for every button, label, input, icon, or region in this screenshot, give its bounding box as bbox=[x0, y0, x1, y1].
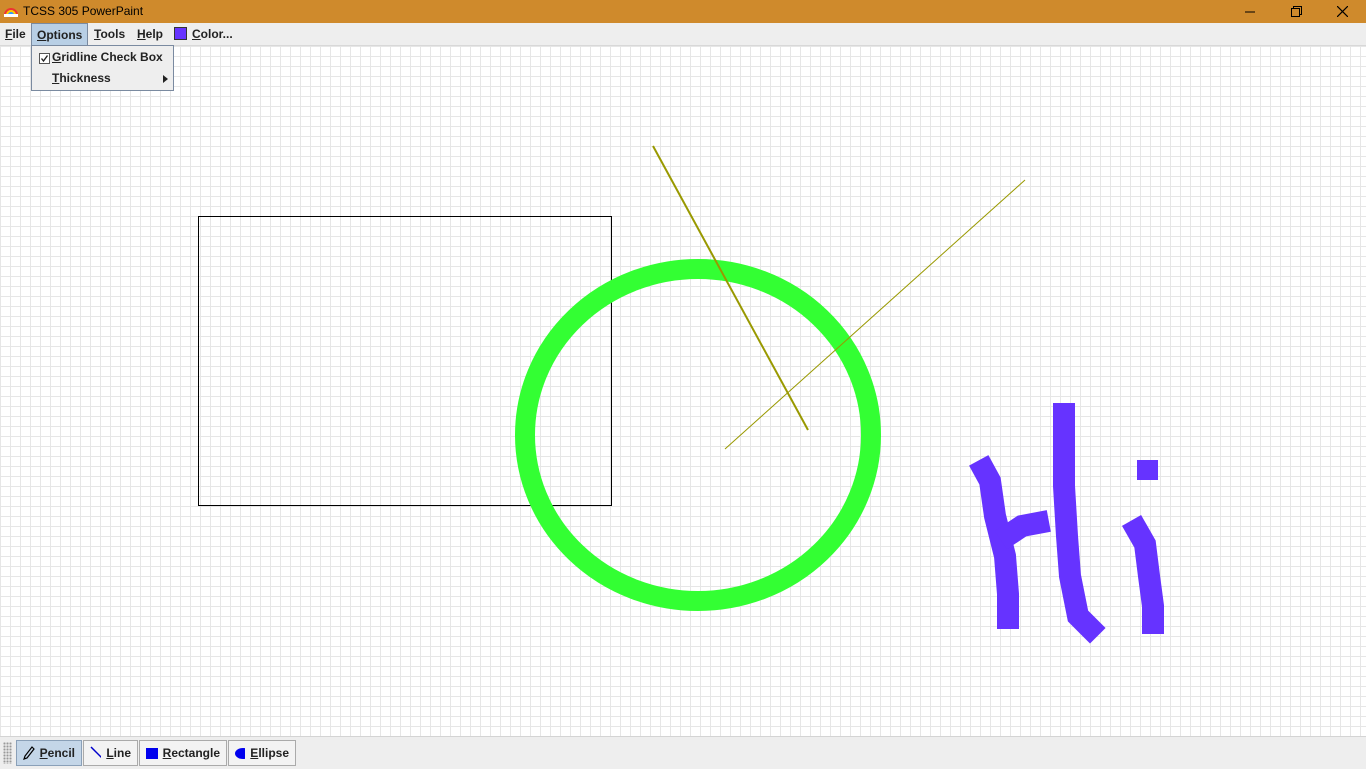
gridline-checkbox[interactable] bbox=[39, 53, 50, 64]
app-icon bbox=[4, 8, 18, 17]
line-tool-label: Line bbox=[106, 746, 131, 760]
gridline-mnemonic: G bbox=[52, 50, 62, 64]
line-icon bbox=[90, 746, 102, 759]
close-button[interactable] bbox=[1319, 0, 1365, 23]
menu-options-mnemonic: O bbox=[37, 28, 47, 42]
pencil-stroke-l bbox=[1053, 403, 1106, 644]
toolbar-grip[interactable] bbox=[3, 742, 12, 764]
menu-bar: File Options Tools Help Color... bbox=[0, 23, 1366, 46]
minimize-button[interactable] bbox=[1227, 0, 1273, 23]
rectangle-tool-label: Rectangle bbox=[163, 746, 220, 760]
drawing-canvas[interactable] bbox=[0, 46, 1366, 736]
tool-bar: Pencil Line Rectangle Ellipse bbox=[0, 736, 1366, 769]
menu-color-mnemonic: C bbox=[192, 27, 201, 41]
checkmark-icon bbox=[40, 55, 49, 63]
title-bar: TCSS 305 PowerPaint bbox=[0, 0, 1366, 23]
drawn-circle bbox=[515, 259, 881, 611]
menu-file[interactable]: File bbox=[0, 23, 31, 45]
menu-item-gridline[interactable]: Gridline Check Box bbox=[32, 47, 173, 68]
menu-item-thickness[interactable]: Thickness bbox=[32, 68, 173, 89]
gridline-label-text: ridline Check Box bbox=[61, 50, 163, 64]
pencil-i-dot bbox=[1137, 460, 1158, 480]
line-label-text: ine bbox=[113, 746, 131, 760]
menu-tools-label: ools bbox=[100, 27, 126, 41]
submenu-arrow-icon bbox=[163, 75, 168, 83]
thickness-label: Thickness bbox=[52, 68, 111, 89]
line-mnemonic: L bbox=[106, 746, 114, 760]
pencil-label-text: encil bbox=[47, 746, 75, 760]
rectangle-tool-button[interactable]: Rectangle bbox=[139, 740, 227, 766]
rectangle-mnemonic: R bbox=[162, 746, 172, 760]
menu-help-label: elp bbox=[145, 27, 164, 41]
close-icon bbox=[1336, 6, 1348, 17]
pencil-stroke-h-bar bbox=[994, 510, 1051, 550]
menu-tools[interactable]: Tools bbox=[89, 23, 130, 45]
pencil-tool-label: Pencil bbox=[40, 746, 75, 760]
restore-icon bbox=[1290, 6, 1302, 17]
ellipse-label-text: llipse bbox=[258, 746, 289, 760]
line-tool-button[interactable]: Line bbox=[83, 740, 138, 766]
menu-options[interactable]: Options bbox=[31, 23, 89, 45]
menu-color[interactable]: Color... bbox=[187, 23, 238, 45]
thickness-label-text: hickness bbox=[59, 71, 111, 85]
options-dropdown: Gridline Check Box Thickness bbox=[31, 45, 174, 91]
menu-help-mnemonic: H bbox=[137, 27, 146, 41]
menu-help[interactable]: Help bbox=[132, 23, 168, 45]
minimize-icon bbox=[1245, 11, 1255, 12]
restore-button[interactable] bbox=[1273, 0, 1319, 23]
menu-options-label: ptions bbox=[46, 28, 83, 42]
rectangle-label-text: ectangle bbox=[171, 746, 220, 760]
current-color-swatch[interactable] bbox=[174, 27, 187, 40]
window-title: TCSS 305 PowerPaint bbox=[23, 4, 144, 18]
pencil-tool-button[interactable]: Pencil bbox=[16, 740, 82, 766]
ellipse-tool-button[interactable]: Ellipse bbox=[228, 740, 296, 766]
rectangle-icon bbox=[146, 747, 158, 759]
gridline-label: Gridline Check Box bbox=[52, 47, 163, 68]
ellipse-tool-label: Ellipse bbox=[250, 746, 289, 760]
menu-file-label: ile bbox=[12, 27, 26, 41]
pencil-mnemonic: P bbox=[39, 746, 48, 760]
drawing-surface bbox=[198, 145, 1164, 644]
pencil-stroke-i bbox=[1121, 514, 1164, 634]
menu-color-label: olor... bbox=[200, 27, 233, 41]
pencil-hi-strokes bbox=[969, 403, 1164, 644]
pencil-icon bbox=[23, 746, 35, 760]
ellipse-icon bbox=[235, 747, 246, 759]
